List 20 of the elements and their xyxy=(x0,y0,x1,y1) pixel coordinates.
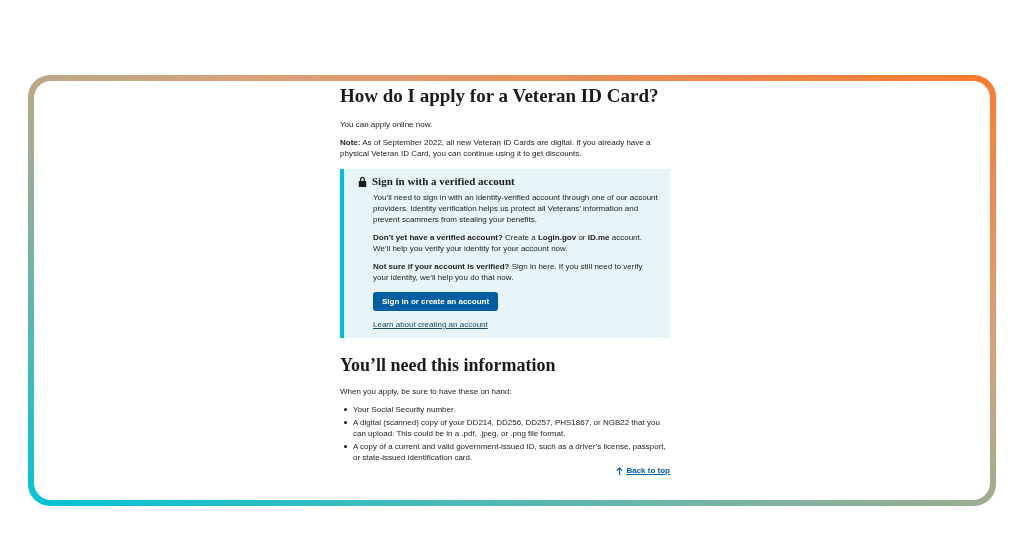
alert-text: You’ll need to sign in with an identity-verified account through one of our account providers. Identity verification helps us protect all Veterans’ information and prevent scammers from stealing your benefits. xyxy=(373,192,658,225)
bullet-icon xyxy=(344,421,347,424)
sign-in-button[interactable]: Sign in or create an account xyxy=(373,292,499,311)
page-heading: How do I apply for a Veteran ID Card? xyxy=(340,85,660,107)
section-intro: When you apply, be sure to have these on hand: xyxy=(340,386,513,397)
section-heading: You’ll need this information xyxy=(340,354,557,376)
bullet-icon xyxy=(344,408,347,411)
note-text: Note: As of September 2022, all new Veteran ID Cards are digital. If you already have a physical Veteran ID Card, you can continue using it to get discounts. xyxy=(340,137,652,159)
list-item-text: Your Social Security number. xyxy=(353,404,456,415)
back-to-top-link[interactable]: Back to top xyxy=(616,465,670,476)
lock-icon xyxy=(358,176,367,187)
alert-text: Not sure if your account is verified? Sign in here. If you still need to verify your identity, we’ll help you do that now. xyxy=(373,261,644,283)
alert-text: Don’t yet have a verified account? Create a Login.gov or ID.me account. We’ll help you verify your identity for your account now. xyxy=(373,232,643,254)
arrow-up-icon xyxy=(616,466,624,475)
intro-text: You can apply online now. xyxy=(340,119,434,130)
list-item-text: A digital (scanned) copy of your DD214, DD256, DD257, PHS1867, or NGB22 that you can upload. This could be in a .pdf, .jpeg, or .png file format. xyxy=(353,417,661,439)
bullet-icon xyxy=(344,445,347,448)
alert-title: Sign in with a verified account xyxy=(372,176,515,187)
list-item-text: A copy of a current and valid government-issued ID, such as a driver’s license, passport, or state-issued identification card. xyxy=(353,441,667,463)
learn-more-link[interactable]: Learn about creating an account xyxy=(373,319,488,330)
